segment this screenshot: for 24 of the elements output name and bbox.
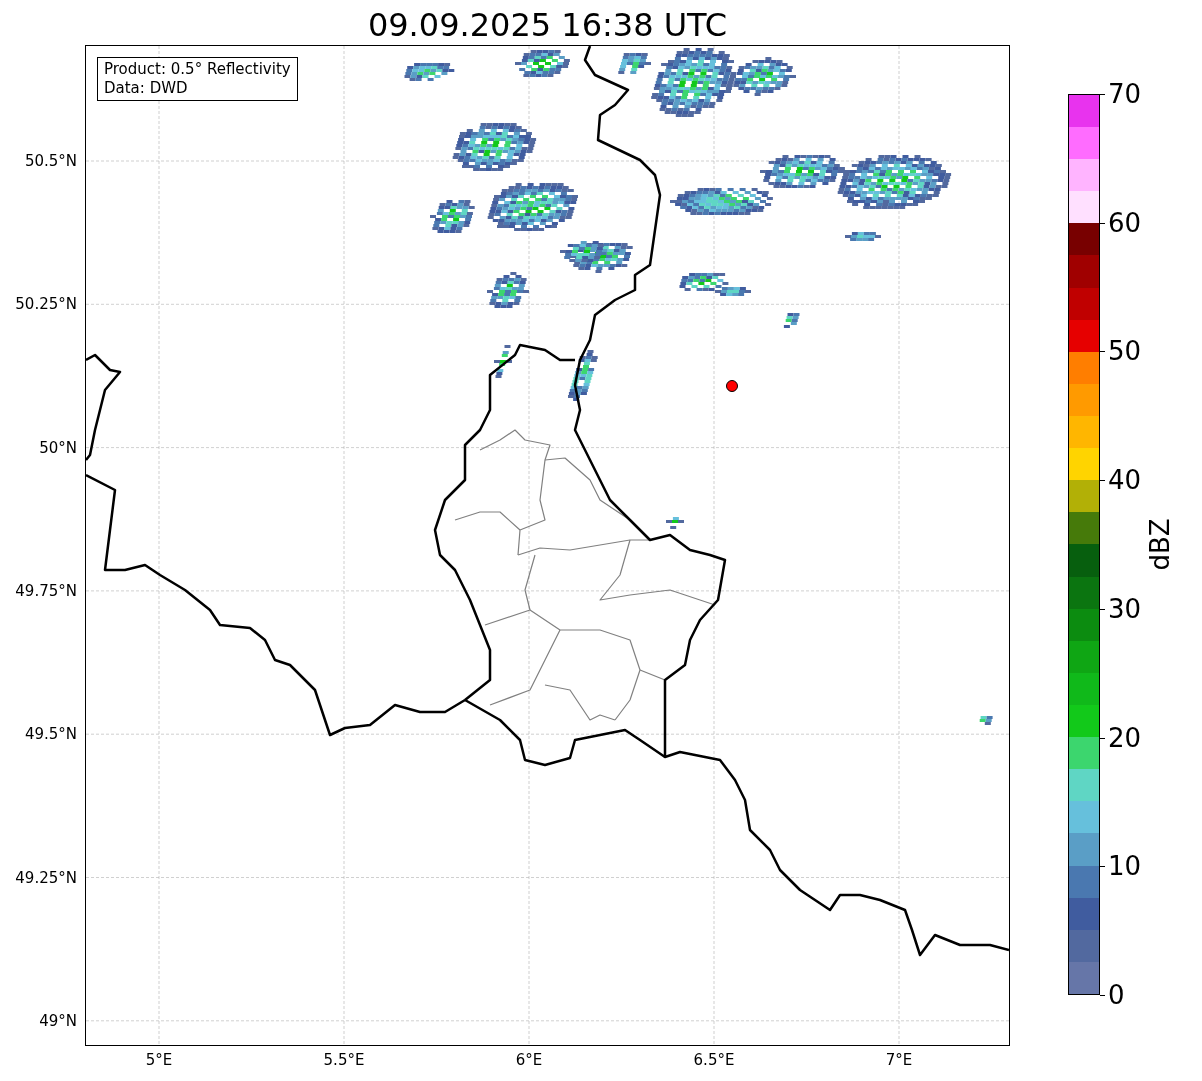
latitude-label: 50°N — [39, 438, 77, 457]
latitude-label: 50.5°N — [24, 152, 77, 170]
latitude-label: 49.25°N — [15, 868, 77, 887]
chart-title: 09.09.2025 16:38 UTC — [367, 5, 728, 45]
legend-text: Product: 0.5° Reflectivity — [104, 60, 291, 79]
colorbar-tick-label: 30 — [1108, 593, 1142, 624]
longitude-label: 6°E — [515, 1051, 543, 1069]
latitude-label: 49.5°N — [24, 725, 77, 744]
latitude-label: 49°N — [39, 1011, 77, 1030]
colorbar-tick-label: 20 — [1108, 722, 1142, 753]
colorbar-tick-label: 60 — [1108, 207, 1142, 238]
longitude-label: 5.5°E — [323, 1051, 365, 1069]
longitude-label: 7°E — [885, 1051, 913, 1069]
latitude-label: 50.25°N — [15, 295, 77, 314]
colorbar-tick-label: 0 — [1108, 980, 1125, 1010]
colorbar-tick-label: 40 — [1108, 465, 1142, 496]
longitude-label: 5°E — [145, 1051, 173, 1069]
colorbar-tick-label: 50 — [1108, 336, 1142, 367]
legend-text: Data: DWD — [104, 79, 189, 98]
colorbar-tick-label: 70 — [1108, 79, 1142, 109]
colorbar-label: dBZ — [1143, 518, 1176, 571]
latitude-label: 49.75°N — [15, 581, 77, 600]
longitude-label: 6.5°E — [693, 1051, 735, 1069]
colorbar-tick-label: 10 — [1108, 851, 1142, 882]
